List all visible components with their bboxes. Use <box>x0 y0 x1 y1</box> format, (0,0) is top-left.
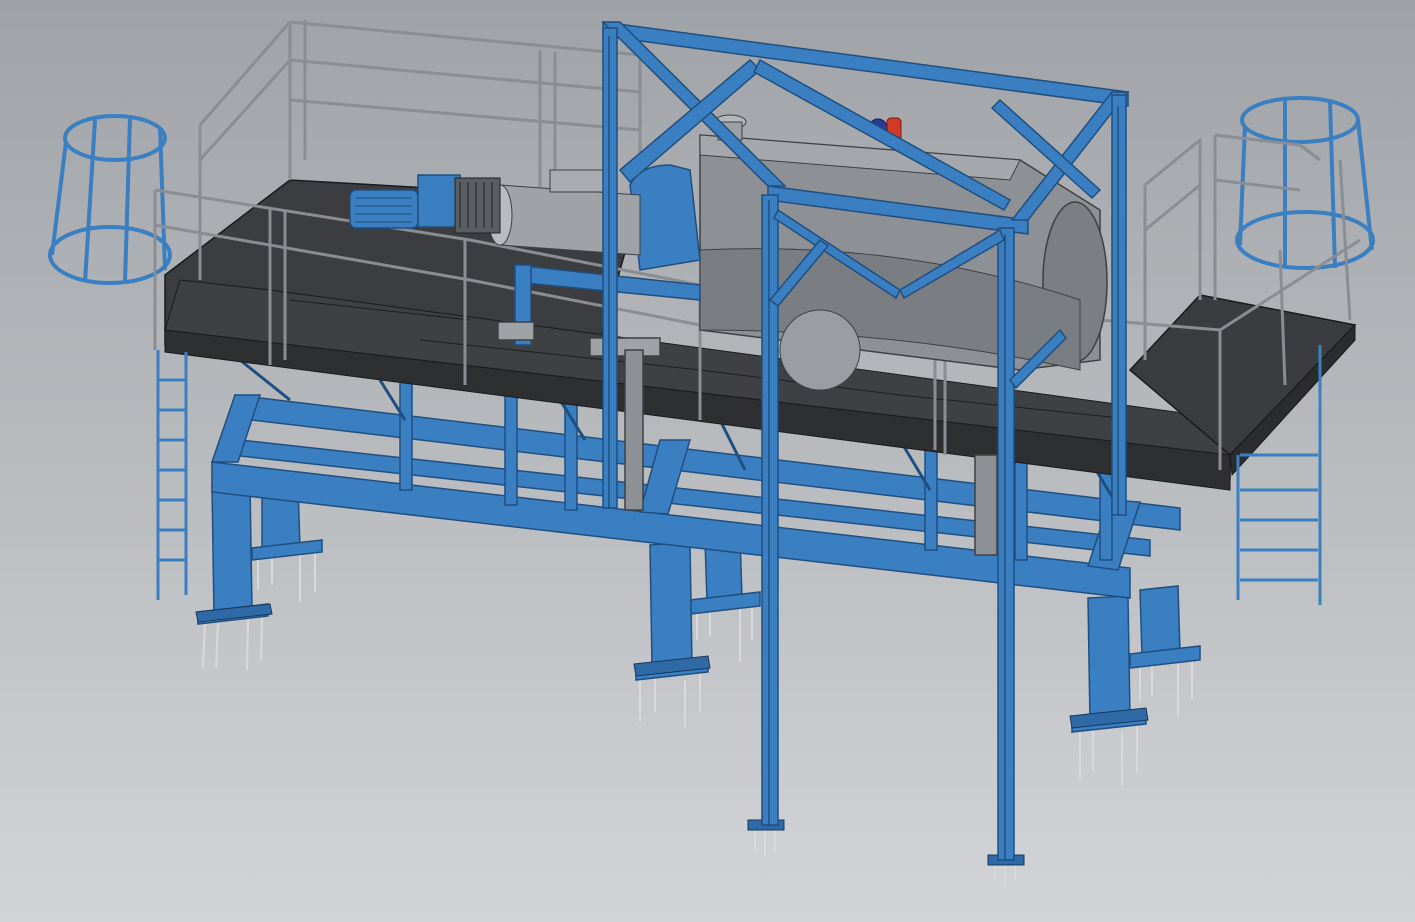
cad-viewport[interactable] <box>0 0 1415 922</box>
ladder-left <box>156 350 188 600</box>
cage-ladder-left <box>48 114 172 285</box>
gearbox <box>454 177 501 234</box>
cad-3d-model[interactable] <box>0 0 1415 922</box>
cage-ladder-right <box>1235 96 1375 270</box>
drive-motor <box>349 174 461 229</box>
